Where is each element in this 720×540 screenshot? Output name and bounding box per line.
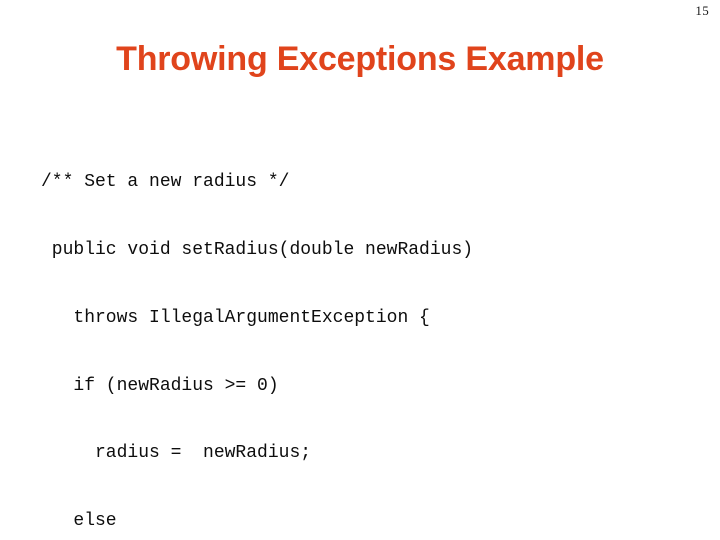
presentation-slide: 15 Throwing Exceptions Example /** Set a…: [0, 0, 720, 540]
code-block: /** Set a new radius */ public void setR…: [41, 126, 681, 540]
page-number: 15: [695, 3, 709, 18]
code-line: throws IllegalArgumentException {: [41, 307, 430, 328]
code-line: /** Set a new radius */: [41, 172, 290, 193]
code-line: radius = newRadius;: [41, 443, 312, 464]
code-line: else: [41, 511, 117, 532]
code-line: public void setRadius(double newRadius): [41, 239, 474, 260]
code-line: if (newRadius >= 0): [41, 375, 279, 396]
page-title: Throwing Exceptions Example: [116, 40, 604, 78]
